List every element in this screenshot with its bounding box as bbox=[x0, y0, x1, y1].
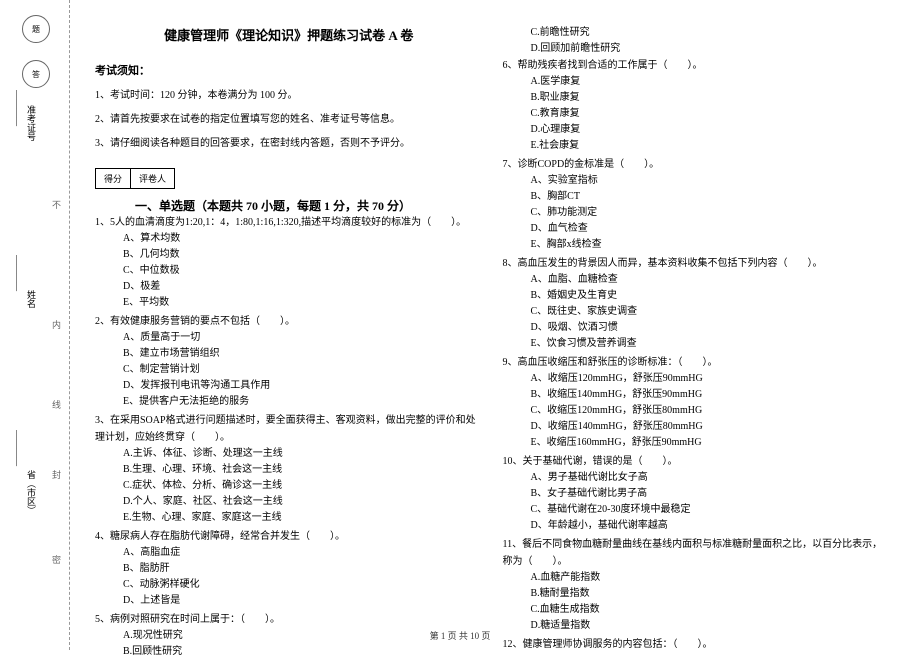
q11-c: C.血糖生成指数 bbox=[531, 602, 891, 618]
q8-e: E、饮食习惯及营养调查 bbox=[531, 336, 891, 352]
q4: 4、糖尿病人存在脂肪代谢障碍，经常合并发生（ ）。 A、高脂血症 B、脂肪肝 C… bbox=[95, 528, 483, 609]
q2-a: A、质量高于一切 bbox=[123, 330, 483, 346]
q10-a: A、男子基础代谢比女子高 bbox=[531, 470, 891, 486]
q6-a: A.医学康复 bbox=[531, 74, 891, 90]
q2-stem: 2、有效健康服务营销的要点不包括（ ）。 bbox=[95, 313, 483, 330]
q1: 1、5人的血清滴度为1:20,1：4，1:80,1:16,1:320,描述平均滴… bbox=[95, 214, 483, 311]
q3-a: A.主诉、体征、诊断、处理这一主线 bbox=[123, 446, 483, 462]
mark-secret: 密 bbox=[50, 555, 63, 568]
notice-1: 1、考试时间：120 分钟，本卷满分为 100 分。 bbox=[95, 88, 483, 104]
q9-b: B、收缩压140mmHG，舒张压90mmHG bbox=[531, 387, 891, 403]
region-underline: ———— bbox=[12, 430, 22, 466]
q2: 2、有效健康服务营销的要点不包括（ ）。 A、质量高于一切 B、建立市场营销组织… bbox=[95, 313, 483, 410]
stamp-circle-top: 题 bbox=[22, 15, 50, 43]
q4-b: B、脂肪肝 bbox=[123, 561, 483, 577]
q7-d: D、血气检查 bbox=[531, 221, 891, 237]
q5-stem: 5、病例对照研究在时间上属于：（ ）。 bbox=[95, 611, 483, 628]
q8-a: A、血脂、血糖检查 bbox=[531, 272, 891, 288]
q5-b: B.回顾性研究 bbox=[123, 644, 483, 660]
mark-inside: 内 bbox=[50, 320, 63, 333]
q9: 9、高血压收缩压和舒张压的诊断标准：（ ）。 A、收缩压120mmHG，舒张压9… bbox=[503, 354, 891, 451]
mark-no: 不 bbox=[50, 200, 63, 213]
q8-b: B、婚姻史及生育史 bbox=[531, 288, 891, 304]
q7: 7、诊断COPD的金标准是（ ）。 A、实验室指标 B、胸部CT C、肺功能测定… bbox=[503, 156, 891, 253]
q10-stem: 10、关于基础代谢，错误的是（ ）。 bbox=[503, 453, 891, 470]
name-label: 姓名 bbox=[25, 290, 38, 308]
exam-title: 健康管理师《理论知识》押题练习试卷 A 卷 bbox=[95, 25, 483, 44]
q2-b: B、建立市场营销组织 bbox=[123, 346, 483, 362]
q8-stem: 8、高血压发生的背景因人而异，基本资料收集不包括下列内容（ ）。 bbox=[503, 255, 891, 272]
right-column: C.前瞻性研究 D.回顾加前瞻性研究 6、帮助残疾者找到合适的工作属于（ ）。 … bbox=[493, 25, 901, 640]
left-column: 健康管理师《理论知识》押题练习试卷 A 卷 考试须知： 1、考试时间：120 分… bbox=[85, 25, 493, 640]
q3-e: E.生物、心理、家庭、家庭这一主线 bbox=[123, 510, 483, 526]
q10-b: B、女子基础代谢比男子高 bbox=[531, 486, 891, 502]
score-col2: 评卷人 bbox=[131, 169, 174, 188]
q5-d: D.回顾加前瞻性研究 bbox=[531, 41, 891, 57]
q2-d: D、发挥报刊电讯等沟通工具作用 bbox=[123, 378, 483, 394]
q7-c: C、肺功能测定 bbox=[531, 205, 891, 221]
q11-b: B.糖耐量指数 bbox=[531, 586, 891, 602]
q9-a: A、收缩压120mmHG，舒张压90mmHG bbox=[531, 371, 891, 387]
notice-header: 考试须知： bbox=[95, 62, 483, 78]
page-footer: 第 1 页 共 10 页 bbox=[0, 629, 920, 642]
q3-stem: 3、在采用SOAP格式进行问题描述时，要全面获得主、客观资料，做出完整的评价和处… bbox=[95, 412, 483, 446]
q7-stem: 7、诊断COPD的金标准是（ ）。 bbox=[503, 156, 891, 173]
q9-d: D、收缩压140mmHG，舒张压80mmHG bbox=[531, 419, 891, 435]
score-section-row: 得分 评卷人 一、单选题（本题共 70 小题，每题 1 分，共 70 分） bbox=[95, 160, 483, 214]
q7-e: E、胸部x线检查 bbox=[531, 237, 891, 253]
q3: 3、在采用SOAP格式进行问题描述时，要全面获得主、客观资料，做出完整的评价和处… bbox=[95, 412, 483, 526]
q4-c: C、动脉粥样硬化 bbox=[123, 577, 483, 593]
region-label: 省（市区） bbox=[25, 470, 38, 515]
q6-e: E.社会康复 bbox=[531, 138, 891, 154]
q7-a: A、实验室指标 bbox=[531, 173, 891, 189]
q8-d: D、吸烟、饮酒习惯 bbox=[531, 320, 891, 336]
q11: 11、餐后不同食物血糖耐量曲线在基线内面积与标准糖耐量面积之比，以百分比表示，称… bbox=[503, 536, 891, 634]
q6-c: C.教育康复 bbox=[531, 106, 891, 122]
exam-page: 题 准考证号 ———— 答 不 姓名 ———— 内 线 省（市区） ———— 封… bbox=[0, 0, 920, 650]
notice-3: 3、请仔细阅读各种题目的回答要求，在密封线内答题，否则不予评分。 bbox=[95, 136, 483, 152]
q7-b: B、胸部CT bbox=[531, 189, 891, 205]
q1-c: C、中位数极 bbox=[123, 263, 483, 279]
q4-stem: 4、糖尿病人存在脂肪代谢障碍，经常合并发生（ ）。 bbox=[95, 528, 483, 545]
score-col1: 得分 bbox=[96, 169, 131, 188]
q2-e: E、提供客户无法拒绝的服务 bbox=[123, 394, 483, 410]
mark-seal: 封 bbox=[50, 470, 63, 483]
q1-b: B、几何均数 bbox=[123, 247, 483, 263]
q8: 8、高血压发生的背景因人而异，基本资料收集不包括下列内容（ ）。 A、血脂、血糖… bbox=[503, 255, 891, 352]
q1-stem: 1、5人的血清滴度为1:20,1：4，1:80,1:16,1:320,描述平均滴… bbox=[95, 214, 483, 231]
q1-e: E、平均数 bbox=[123, 295, 483, 311]
q10: 10、关于基础代谢，错误的是（ ）。 A、男子基础代谢比女子高 B、女子基础代谢… bbox=[503, 453, 891, 534]
q9-stem: 9、高血压收缩压和舒张压的诊断标准：（ ）。 bbox=[503, 354, 891, 371]
q2-c: C、制定营销计划 bbox=[123, 362, 483, 378]
binding-margin: 题 准考证号 ———— 答 不 姓名 ———— 内 线 省（市区） ———— 封… bbox=[0, 0, 70, 650]
q9-c: C、收缩压120mmHG，舒张压80mmHG bbox=[531, 403, 891, 419]
q10-d: D、年龄越小，基础代谢率越高 bbox=[531, 518, 891, 534]
q6-d: D.心理康复 bbox=[531, 122, 891, 138]
q4-d: D、上述皆是 bbox=[123, 593, 483, 609]
q3-c: C.症状、体检、分析、确诊这一主线 bbox=[123, 478, 483, 494]
q6-stem: 6、帮助残疾者找到合适的工作属于（ ）。 bbox=[503, 57, 891, 74]
q5-c: C.前瞻性研究 bbox=[531, 25, 891, 41]
q1-d: D、极差 bbox=[123, 279, 483, 295]
q1-a: A、算术均数 bbox=[123, 231, 483, 247]
mark-line: 线 bbox=[50, 400, 63, 413]
q10-c: C、基础代谢在20-30度环境中最稳定 bbox=[531, 502, 891, 518]
name-underline: ———— bbox=[12, 255, 22, 291]
q11-stem: 11、餐后不同食物血糖耐量曲线在基线内面积与标准糖耐量面积之比，以百分比表示，称… bbox=[503, 536, 891, 570]
q4-a: A、高脂血症 bbox=[123, 545, 483, 561]
content-area: 健康管理师《理论知识》押题练习试卷 A 卷 考试须知： 1、考试时间：120 分… bbox=[70, 0, 920, 650]
q6: 6、帮助残疾者找到合适的工作属于（ ）。 A.医学康复 B.职业康复 C.教育康… bbox=[503, 57, 891, 154]
q3-d: D.个人、家庭、社区、社会这一主线 bbox=[123, 494, 483, 510]
score-box: 得分 评卷人 bbox=[95, 168, 175, 189]
ticket-underline: ———— bbox=[12, 90, 22, 126]
q9-e: E、收缩压160mmHG，舒张压90mmHG bbox=[531, 435, 891, 451]
q6-b: B.职业康复 bbox=[531, 90, 891, 106]
section-title: 一、单选题（本题共 70 小题，每题 1 分，共 70 分） bbox=[135, 197, 411, 214]
stamp-circle-bottom: 答 bbox=[22, 60, 50, 88]
ticket-label: 准考证号 bbox=[25, 105, 38, 141]
q11-a: A.血糖产能指数 bbox=[531, 570, 891, 586]
notice-2: 2、请首先按要求在试卷的指定位置填写您的姓名、准考证号等信息。 bbox=[95, 112, 483, 128]
q8-c: C、既往史、家族史调查 bbox=[531, 304, 891, 320]
q3-b: B.生理、心理、环境、社会这一主线 bbox=[123, 462, 483, 478]
